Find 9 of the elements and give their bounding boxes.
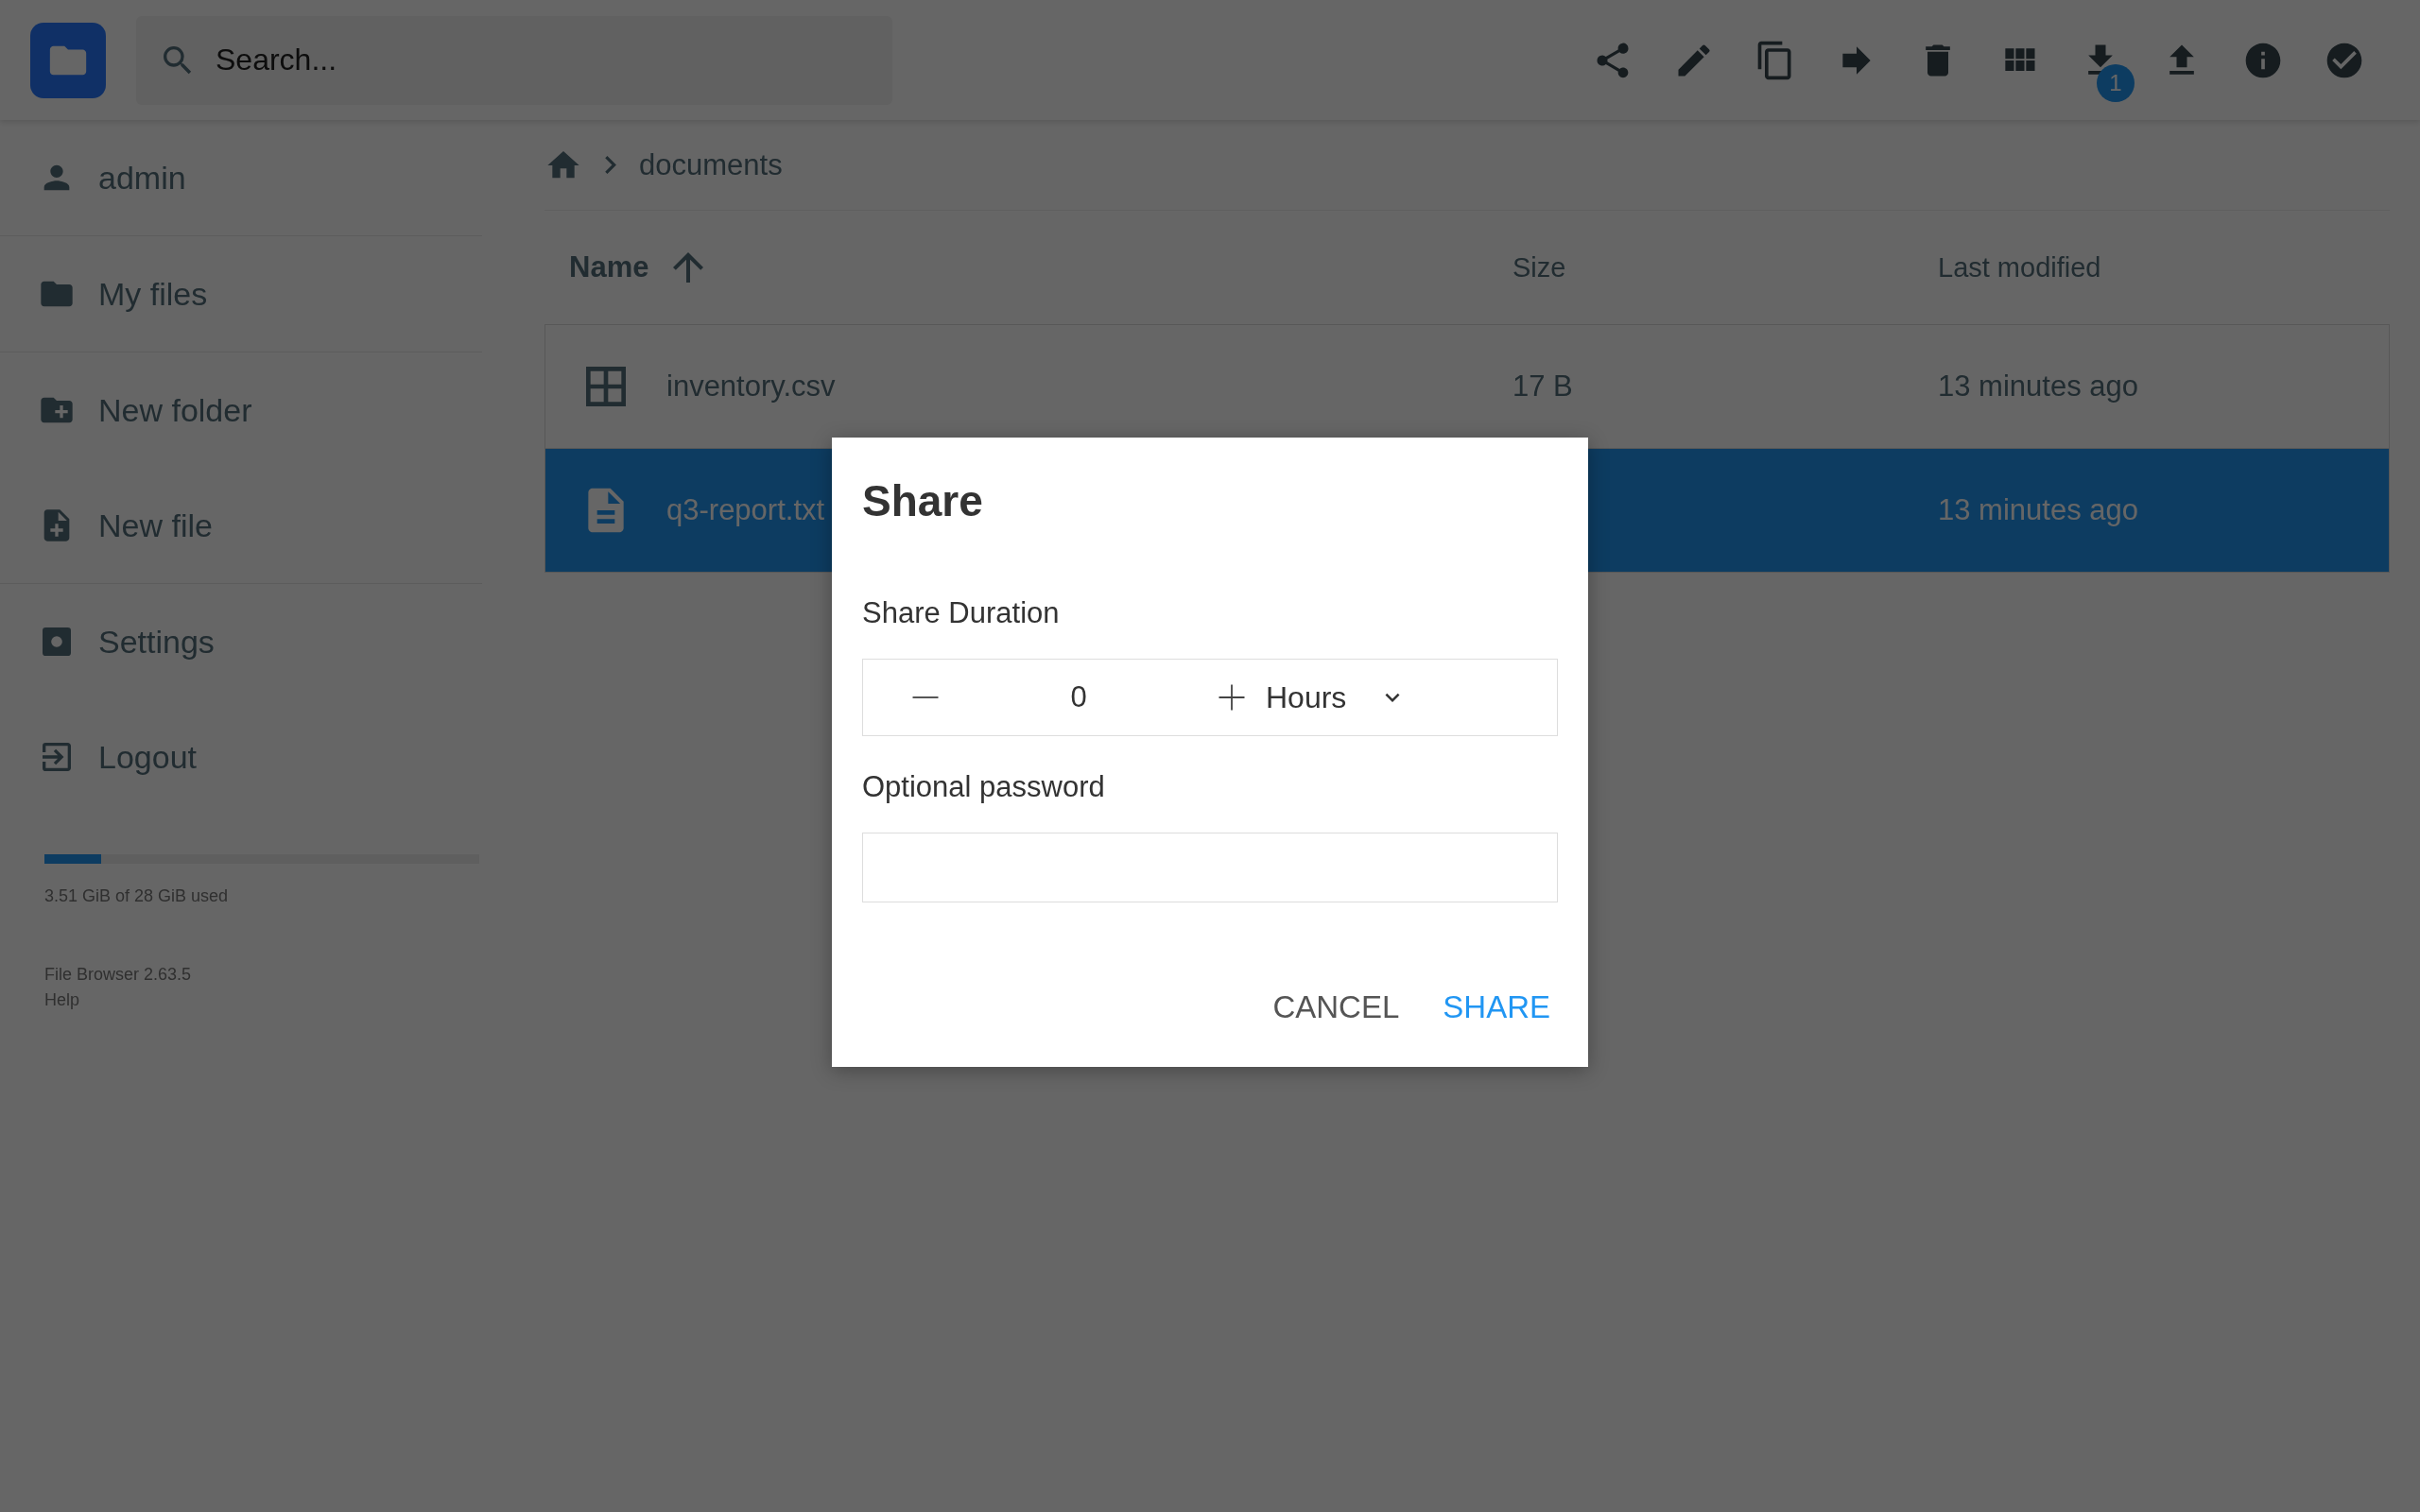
file-name: q3-report.txt: [666, 493, 825, 527]
field-label: Optional password: [862, 770, 1105, 804]
count-badge: 1: [2097, 63, 2135, 102]
file-name: inventory.csv: [666, 369, 836, 404]
modified-time: 13 minutes ago: [1938, 493, 2138, 526]
field-label: Share Duration: [862, 596, 1060, 630]
file-size: 17 B: [1512, 369, 1573, 403]
modified-time: 13 minutes ago: [1938, 369, 2138, 403]
dialog-title: Share: [862, 475, 983, 526]
